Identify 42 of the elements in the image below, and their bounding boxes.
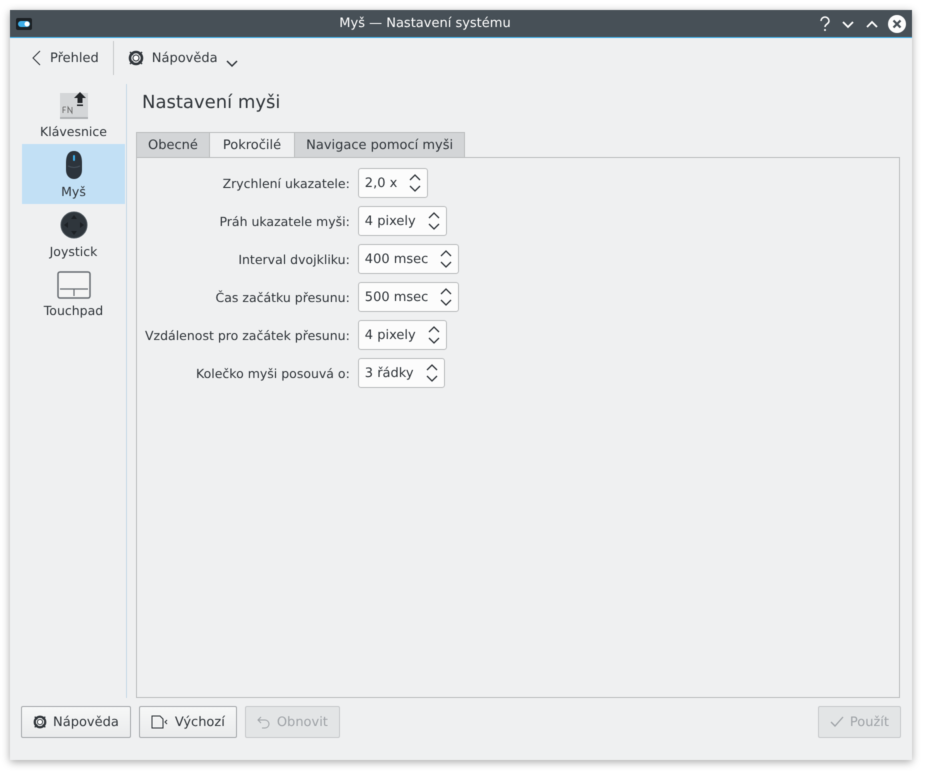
close-icon[interactable] [888,14,906,32]
spin-box[interactable]: 500 msec [358,282,460,312]
spin-arrows-icon [440,250,452,268]
joystick-icon [58,210,88,240]
setting-label: Zrychlení ukazatele: [222,176,350,190]
window-title: Myš — Nastavení systému [338,16,512,31]
tab[interactable]: Obecné [136,132,210,158]
spin-box[interactable]: 3 řádky [358,358,445,388]
sidebar-item[interactable]: Klávesnice [22,84,125,144]
undo-icon [256,715,271,729]
setting-label: Interval dvojkliku: [238,252,350,266]
sidebar-item[interactable]: Joystick [22,204,125,264]
spin-arrows-icon [440,288,452,306]
spin-box[interactable]: 2,0 x [358,168,428,198]
lifebuoy-icon [33,715,47,729]
sidebar-item[interactable]: Myš [22,144,125,204]
help-button[interactable]: Nápověda [21,706,131,738]
spin-arrows-icon [426,364,438,382]
defaults-button[interactable]: Výchozí [138,706,237,738]
page-title: Nastavení myši [142,92,282,114]
setting-label: Vzdálenost pro začátek přesunu: [145,328,350,342]
checkmark-icon [830,715,844,729]
help-menu-button[interactable]: Nápověda [118,41,248,75]
back-button[interactable]: Přehled [22,41,109,75]
setting-label: Práh ukazatele myši: [219,214,350,228]
setting-label: Kolečko myši posouvá o: [196,366,350,380]
app-icon [16,18,32,30]
spin-box[interactable]: 4 pixely [358,206,447,236]
lifebuoy-icon [128,50,144,66]
spin-box[interactable]: 4 pixely [358,320,447,350]
touchpad-icon [56,270,90,298]
spin-arrows-icon [409,174,422,192]
tab[interactable]: Navigace pomocí myši [294,132,466,158]
keyboard-key-icon [58,90,88,120]
sidebar-item[interactable]: Touchpad [22,264,125,324]
chevron-down-icon [226,60,238,68]
spin-arrows-icon [428,326,440,344]
document-icon [150,715,169,729]
help-icon[interactable] [818,16,832,32]
setting-label: Čas začátku přesunu: [216,290,350,304]
spin-arrows-icon [428,212,440,230]
spin-box[interactable]: 400 msec [358,244,460,274]
